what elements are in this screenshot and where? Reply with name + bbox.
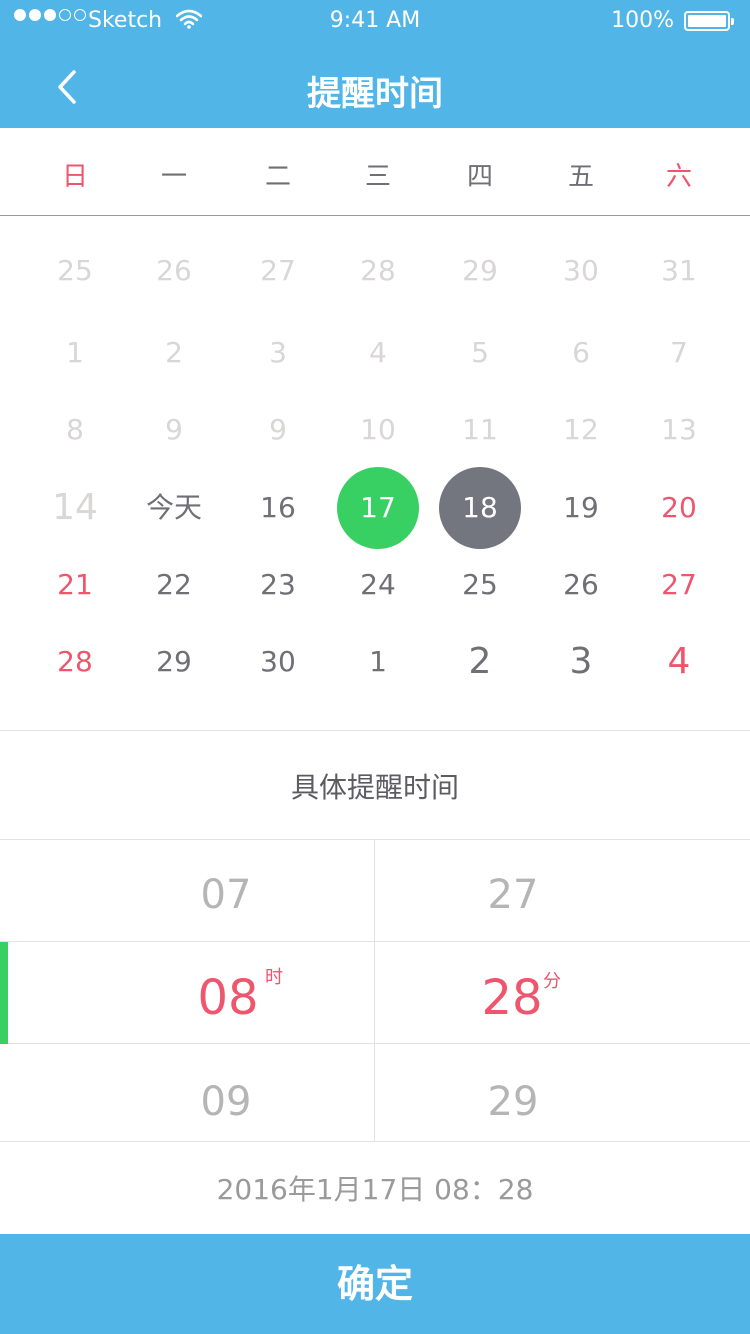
calendar-day: 5 bbox=[471, 336, 489, 369]
calendar-day: 29 bbox=[462, 254, 498, 287]
calendar-day[interactable]: 19 bbox=[536, 483, 626, 533]
calendar-day[interactable]: 4 bbox=[634, 637, 724, 687]
calendar-day[interactable]: 18 bbox=[439, 467, 521, 549]
calendar-day: 9 bbox=[165, 413, 183, 446]
picker-divider bbox=[0, 941, 750, 942]
calendar-day: 6 bbox=[572, 336, 590, 369]
hour-unit-label: 时 bbox=[265, 967, 283, 988]
minute-option-selected[interactable]: 28 bbox=[412, 970, 612, 1026]
calendar-day[interactable]: 21 bbox=[30, 560, 120, 610]
calendar-day: 9 bbox=[269, 413, 287, 446]
picker-border bbox=[0, 1141, 750, 1142]
section-title: 具体提醒时间 bbox=[290, 771, 459, 804]
selected-datetime-summary: 2016年1月17日 08：28 bbox=[216, 1173, 534, 1206]
top-bar: Sketch 9:41 AM 100% 提醒时间 bbox=[0, 0, 750, 128]
calendar-day[interactable]: 23 bbox=[233, 560, 323, 610]
calendar-day: 2 bbox=[165, 336, 183, 369]
calendar-day[interactable]: 29 bbox=[129, 637, 219, 687]
weekday-tue: 二 bbox=[264, 162, 291, 192]
picker-divider bbox=[0, 1043, 750, 1044]
calendar-day: 12 bbox=[563, 413, 599, 446]
calendar-day: 25 bbox=[57, 254, 93, 287]
calendar-day[interactable]: 今天 bbox=[129, 483, 219, 533]
time-picker[interactable]: 07 08 时 09 27 28 分 29 bbox=[0, 839, 750, 1142]
calendar-grid: 25 26 27 28 29 30 31 1 2 3 4 5 6 7 8 9 9 10 11 12 13 14 今天 16 17… bbox=[0, 216, 750, 730]
active-row-indicator bbox=[0, 942, 8, 1044]
calendar-day[interactable]: 25 bbox=[435, 560, 525, 610]
calendar-day[interactable]: 24 bbox=[333, 560, 423, 610]
calendar-day[interactable]: 22 bbox=[129, 560, 219, 610]
minute-option-next[interactable]: 29 bbox=[413, 1079, 613, 1125]
calendar-day: 4 bbox=[369, 336, 387, 369]
divider bbox=[0, 730, 750, 731]
minute-option-prev[interactable]: 27 bbox=[413, 872, 613, 918]
picker-column-divider bbox=[374, 839, 375, 1141]
status-bar: Sketch 9:41 AM 100% bbox=[0, 0, 750, 42]
calendar-day: 30 bbox=[563, 254, 599, 287]
calendar-day: 11 bbox=[462, 413, 498, 446]
weekday-sun: 日 bbox=[61, 162, 88, 192]
weekday-thu: 四 bbox=[466, 162, 493, 192]
calendar-day[interactable]: 26 bbox=[536, 560, 626, 610]
calendar-day: 27 bbox=[260, 254, 296, 287]
hour-option-next[interactable]: 09 bbox=[126, 1079, 326, 1125]
battery-percent: 100% bbox=[611, 8, 674, 33]
calendar-day: 31 bbox=[661, 254, 697, 287]
picker-border bbox=[0, 839, 750, 840]
weekday-mon: 一 bbox=[160, 162, 187, 192]
weekday-wed: 三 bbox=[364, 162, 391, 192]
hour-option-selected[interactable]: 08 bbox=[128, 970, 328, 1026]
weekday-header: 日 一 二 三 四 五 六 bbox=[0, 128, 750, 216]
minute-unit-label: 分 bbox=[543, 971, 561, 992]
calendar-day: 10 bbox=[360, 413, 396, 446]
calendar-day: 1 bbox=[66, 336, 84, 369]
calendar-day[interactable]: 1 bbox=[333, 637, 423, 687]
calendar-day: 8 bbox=[66, 413, 84, 446]
calendar-day[interactable]: 28 bbox=[30, 637, 120, 687]
calendar-day: 28 bbox=[360, 254, 396, 287]
calendar-day[interactable]: 20 bbox=[634, 483, 724, 533]
calendar-day: 26 bbox=[156, 254, 192, 287]
hour-option-prev[interactable]: 07 bbox=[126, 872, 326, 918]
calendar-day[interactable]: 27 bbox=[634, 560, 724, 610]
calendar-day[interactable]: 16 bbox=[233, 483, 323, 533]
calendar-day[interactable]: 17 bbox=[337, 467, 419, 549]
weekday-fri: 五 bbox=[567, 162, 594, 192]
calendar-day: 14 bbox=[52, 487, 98, 528]
calendar-day[interactable]: 3 bbox=[536, 637, 626, 687]
weekday-sat: 六 bbox=[665, 162, 692, 192]
calendar-day: 7 bbox=[670, 336, 688, 369]
calendar-day[interactable]: 2 bbox=[435, 637, 525, 687]
calendar-day: 3 bbox=[269, 336, 287, 369]
calendar-day: 13 bbox=[661, 413, 697, 446]
calendar-day[interactable]: 30 bbox=[233, 637, 323, 687]
battery-icon bbox=[684, 11, 734, 31]
confirm-button[interactable]: 确定 bbox=[0, 1234, 750, 1334]
page-title: 提醒时间 bbox=[307, 74, 443, 114]
